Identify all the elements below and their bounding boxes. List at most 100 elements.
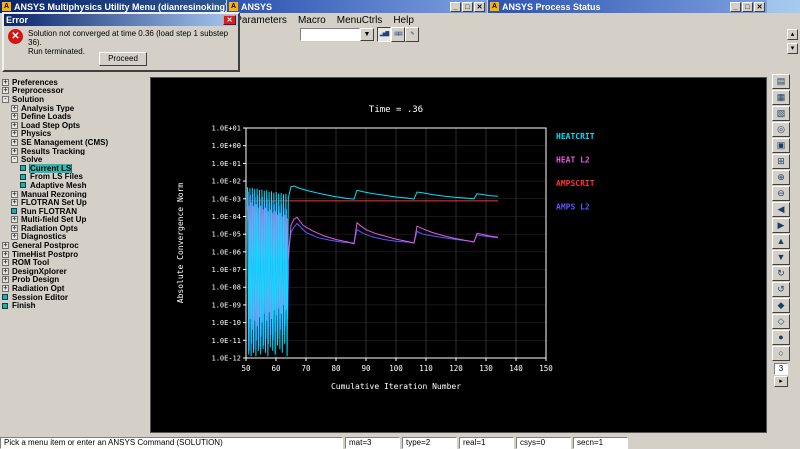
graph-plot-button[interactable]: ▂▅▇ [377,27,391,42]
tree-item-timehist-postpro[interactable]: + TimeHist Postpro [2,250,149,258]
rate-value[interactable]: 3 [774,363,788,375]
expander-plus-icon[interactable]: + [2,78,9,86]
menu-parameters[interactable]: Parameters [235,15,287,26]
tree-item-current-ls[interactable]: Current LS [2,163,149,173]
toolbar-overflow-up-icon[interactable]: ▴ [787,29,798,40]
toolbar-overflow-down-icon[interactable]: ▾ [787,43,798,54]
tree-item-solution[interactable]: - Solution [2,95,149,104]
tree-item-finish[interactable]: Finish [2,301,149,310]
fit-view-icon[interactable]: ▣ [772,138,790,153]
dynamic-mode-icon[interactable]: ◎ [772,122,790,137]
tree-item-physics[interactable]: + Physics [2,130,149,138]
maximize-icon[interactable]: □ [462,1,473,12]
x-tick-label: 80 [331,364,341,373]
tree-item-run-flotran[interactable]: Run FLOTRAN [2,207,149,216]
expander-plus-icon[interactable]: + [11,224,18,232]
tree-item-flotran-set-up[interactable]: + FLOTRAN Set Up [2,198,149,207]
expander-plus-icon[interactable]: + [11,113,18,121]
y-tick-label: 1.0E-02 [211,178,241,186]
tree-item-solve[interactable]: - Solve [2,155,149,164]
close-icon[interactable]: ✕ [754,1,765,12]
expander-plus-icon[interactable]: + [2,87,9,95]
tree-item-results-tracking[interactable]: + Results Tracking [2,147,149,155]
expander-plus-icon[interactable]: + [11,121,18,129]
tree-item-load-step-opts[interactable]: + Load Step Opts [2,121,149,130]
command-input[interactable] [300,28,360,41]
rotate-minus-y-icon[interactable]: ◇ [772,314,790,329]
tree-item-se-management-cms[interactable]: + SE Management (CMS) [2,138,149,147]
tree-item-rom-tool[interactable]: + ROM Tool [2,258,149,267]
proceed-button[interactable]: Proceed [99,52,147,66]
error-dialog-titlebar[interactable]: Error ✕ [4,14,238,26]
rotate-plus-z-icon[interactable]: ● [772,330,790,345]
pan-up-icon[interactable]: ▲ [772,234,790,249]
pan-down-icon[interactable]: ▼ [772,250,790,265]
pan-right-icon[interactable]: ▶ [772,218,790,233]
tree-item-analysis-type[interactable]: + Analysis Type [2,104,149,112]
expander-plus-icon[interactable]: + [2,242,9,250]
expander-plus-icon[interactable]: + [2,276,9,284]
rate-spinner-icon[interactable]: ▸ [774,376,788,387]
menu-macro[interactable]: Macro [298,15,326,26]
x-axis-label: Cumulative Iteration Number [331,382,461,391]
contour-plot-button[interactable]: ▤▤ [391,27,405,42]
graphics-window[interactable]: 50 60 70 80 90 100 110 120 130 140 150 1.0E+01 1.0E+… [150,77,767,433]
tree-item-adaptive-mesh[interactable]: Adaptive Mesh [2,181,149,190]
rotate-minus-z-icon[interactable]: ○ [772,346,790,361]
expander-plus-icon[interactable]: + [11,147,18,155]
zoom-out-icon[interactable]: ⊖ [772,186,790,201]
tree-item-radiation-opt[interactable]: + Radiation Opt [2,284,149,293]
tree-item-session-editor[interactable]: Session Editor [2,293,149,301]
multi-window-icon[interactable]: ▦ [772,90,790,105]
expander-plus-icon[interactable]: + [2,267,9,275]
rotate-ccw-icon[interactable]: ↺ [772,282,790,297]
rotate-plus-y-icon[interactable]: ◆ [772,298,790,313]
background-window-2-titlebar[interactable]: A ANSYS Process Status _ □ ✕ [487,0,767,13]
menu-item-icon [11,208,17,215]
maximize-icon[interactable]: □ [742,1,753,12]
pan-left-icon[interactable]: ◀ [772,202,790,217]
menu-menuctrls[interactable]: MenuCtrls [337,15,383,26]
minimize-icon[interactable]: _ [450,1,461,12]
tree-item-preferences[interactable]: + Preferences [2,78,149,87]
tree-item-preprocessor[interactable]: + Preprocessor [2,87,149,95]
minimize-icon[interactable]: _ [730,1,741,12]
expander-plus-icon[interactable]: + [2,285,9,293]
expander-plus-icon[interactable]: + [11,190,18,198]
y-axis-label: Absolute Convergence Norm [176,183,185,304]
expander-plus-icon[interactable]: + [11,138,18,146]
tree-item-general-postproc[interactable]: + General Postproc [2,241,149,250]
expander-plus-icon[interactable]: + [11,104,18,112]
rotate-cw-icon[interactable]: ↻ [772,266,790,281]
annotation-button[interactable]: ✎ [405,27,419,42]
expander-plus-icon[interactable]: + [11,216,18,224]
expander-plus-icon[interactable]: + [11,130,18,138]
tree-item-designxplorer[interactable]: + DesignXplorer [2,267,149,276]
expander-plus-icon[interactable]: + [2,250,9,258]
tree-item-diagnostics[interactable]: + Diagnostics [2,233,149,241]
x-tick-label: 50 [241,364,251,373]
tree-item-prob-design[interactable]: + Prob Design [2,276,149,284]
expander-plus-icon[interactable]: + [2,259,9,267]
tree-item-multi-field-set-up[interactable]: + Multi-field Set Up [2,216,149,224]
redraw-icon[interactable]: ▤ [772,74,790,89]
tree-item-label: SE Management (CMS) [21,138,109,147]
expander-plus-icon[interactable]: + [11,199,18,207]
box-zoom-icon[interactable]: ⊞ [772,154,790,169]
close-icon[interactable]: ✕ [474,1,485,12]
background-window-1-titlebar[interactable]: A ANSYS _ □ ✕ [226,0,487,13]
x-tick-label: 70 [301,364,311,373]
expander-minus-icon[interactable]: - [2,95,9,103]
tree-item-define-loads[interactable]: + Define Loads [2,112,149,121]
tree-item-manual-rezoning[interactable]: + Manual Rezoning [2,190,149,198]
zoom-in-icon[interactable]: ⊕ [772,170,790,185]
menu-help[interactable]: Help [393,15,414,26]
close-icon[interactable]: ✕ [223,15,236,25]
overlay-plot-icon[interactable]: ▧ [772,106,790,121]
tree-item-radiation-opts[interactable]: + Radiation Opts [2,224,149,233]
tree-item-from-ls-files[interactable]: From LS Files [2,173,149,181]
y-tick-label: 1.0E-05 [211,231,241,239]
expander-minus-icon[interactable]: - [11,156,18,164]
expander-plus-icon[interactable]: + [11,233,18,241]
command-history-dropdown-icon[interactable]: ▼ [360,28,374,41]
